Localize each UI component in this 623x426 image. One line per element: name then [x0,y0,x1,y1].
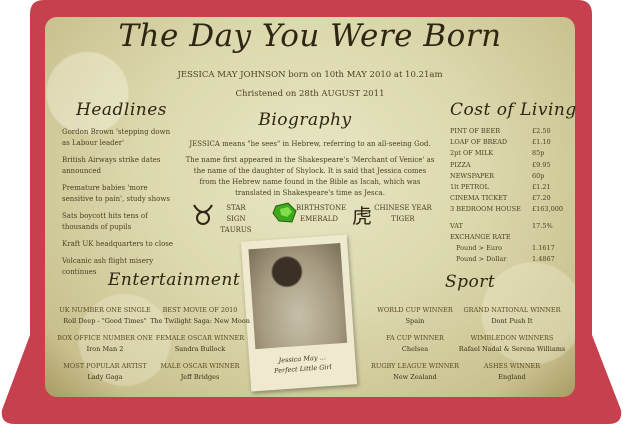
sport-value: England [498,373,526,381]
cost-item: CINEMA TICKET [450,194,508,203]
headline-item: Premature babies 'more sensitive to pain… [62,184,170,203]
sport-label: ASHES WINNER [483,362,541,370]
chinese-year-value: TIGER [391,215,415,223]
vat-row: VAT 17.5% [450,221,565,232]
headline-item: Gordon Brown 'stepping down as Labour le… [62,128,171,147]
cost-price: £9.95 [532,160,551,169]
sport-label: WIMBLEDON WINNERS [470,334,554,342]
entertainment-heading: Entertainment [108,270,241,290]
entertainment-label: FEMALE OSCAR WINNER [155,334,245,342]
cost-item: PIZZA [450,160,471,169]
entertainment-value: Sandra Bullock [174,345,226,353]
sport-heading: Sport [445,272,496,292]
sport-label: GRAND NATIONAL WINNER [463,306,561,314]
headline-item: Kraft UK headquarters to close [62,240,174,248]
cost-item: PINT OF BEER [450,127,501,135]
cost-item: LOAF OF BREAD [450,138,508,147]
sport-col-right: GRAND NATIONAL WINNER Dont Push It WIMBLE… [452,305,572,389]
chinese-year-label: CHINESE YEAR [374,204,432,212]
exchange-item: Pound > Euro [456,244,503,253]
taurus-icon [193,204,213,225]
cost-item: NEWSPAPER [450,171,495,180]
biography-paragraph: The name first appeared in the Shakespea… [185,156,435,197]
sport-value: Rafael Nadal & Serena Williams [458,345,566,353]
name-meaning: JESSICA means "he sees" in Hebrew, refer… [189,140,431,148]
entertainment-value: Iron Man 2 [86,345,124,353]
cost-price: £1.10 [532,138,551,147]
christening-details: Christened on 28th AUGUST 2011 [235,89,385,99]
cost-price: £1.21 [532,183,551,192]
cost-price: £2.50 [532,127,551,135]
exchange-value: 1.4867 [532,255,555,264]
baby-photo: Jessica May ... Perfect Little Girl [240,234,358,392]
entertainment-label: MALE OSCAR WINNER [160,362,240,370]
cost-row: 1lt PETROL £1.21 [450,182,565,193]
cost-row: 2pt OF MILK 85p [450,148,565,159]
exchange-rate-label: EXCHANGE RATE [450,232,511,241]
entertainment-value: Lady Gaga [87,373,123,381]
headline-item: Sats boycott hits tens of thousands of p… [62,212,148,231]
entertainment-col-left: UK NUMBER ONE SINGLE Roll Deep - "Good Ti… [50,305,160,389]
entertainment-value: Jeff Bridges [180,373,220,381]
cost-row: LOAF OF BREAD £1.10 [450,137,565,148]
star-sign-label: STAR SIGN [226,204,246,223]
entertainment-label: BOX OFFICE NUMBER ONE [57,334,153,342]
headline-item: British Airways strike dates announced [62,156,161,175]
cost-row: PIZZA £9.95 [450,160,565,171]
birthstone-value: EMERALD [300,215,338,223]
birthstone: BIRTHSTONE EMERALD [296,203,347,225]
cost-row: 3 BEDROOM HOUSE £163,000 [450,204,565,215]
cost-price: 60p [532,171,545,180]
product-preview: The Day You Were Born JESSICA MAY JOHNSO… [0,0,623,426]
headlines-list: Gordon Brown 'stepping down as Labour le… [62,127,180,284]
cost-price: £163,000 [532,205,564,214]
cost-item: 2pt OF MILK [450,149,494,158]
biography-heading: Biography [258,110,352,130]
entertainment-value: The Twilight Saga: New Moon [150,317,250,325]
cost-price: £7.20 [532,194,551,203]
vat-label: VAT [450,221,463,230]
birth-symbols: STAR SIGN TAURUS BIRTHSTONE EMERALD 虎 CH… [190,200,440,234]
cost-item: 3 BEDROOM HOUSE [450,205,521,214]
headlines-heading: Headlines [76,100,168,120]
photo-image [248,242,348,350]
exchange-row: Pound > Dollar 1.4867 [450,254,565,265]
exchange-row: Pound > Euro 1.1617 [450,243,565,254]
star-sign-value: TAURUS [220,226,252,234]
birth-details: JESSICA MAY JOHNSON born on 10th MAY 201… [177,70,443,80]
sport-value: Dont Push It [491,317,533,325]
tiger-character-icon: 虎 [352,204,372,228]
cost-price: 85p [532,149,545,158]
entertainment-value: Roll Deep - "Good Times" [63,317,147,325]
entertainment-col-right: BEST MOVIE OF 2010 The Twilight Saga: New… [145,305,255,389]
vat-value: 17.5% [532,221,553,230]
cost-row: NEWSPAPER 60p [450,171,565,182]
cost-item: 1lt PETROL [450,183,489,192]
exchange-value: 1.1617 [532,244,555,253]
page-title: The Day You Were Born [118,18,502,54]
star-sign: STAR SIGN TAURUS [216,203,256,236]
photo-caption: Jessica May ... Perfect Little Girl [249,350,356,377]
entertainment-label: BEST MOVIE OF 2010 [162,306,238,314]
chinese-year: CHINESE YEAR TIGER [374,203,432,225]
exchange-item: Pound > Dollar [456,255,507,264]
cost-row: CINEMA TICKET £7.20 [450,193,565,204]
cost-row: PINT OF BEER £2.50 [450,126,565,137]
cost-of-living-table: PINT OF BEER £2.50 LOAF OF BREAD £1.10 2pt… [450,126,565,265]
cost-of-living-heading: Cost of Living [450,100,577,120]
emerald-icon [272,202,297,223]
entertainment-label: UK NUMBER ONE SINGLE [59,306,151,314]
entertainment-label: MOST POPULAR ARTIST [63,362,147,370]
birthstone-label: BIRTHSTONE [296,204,347,212]
